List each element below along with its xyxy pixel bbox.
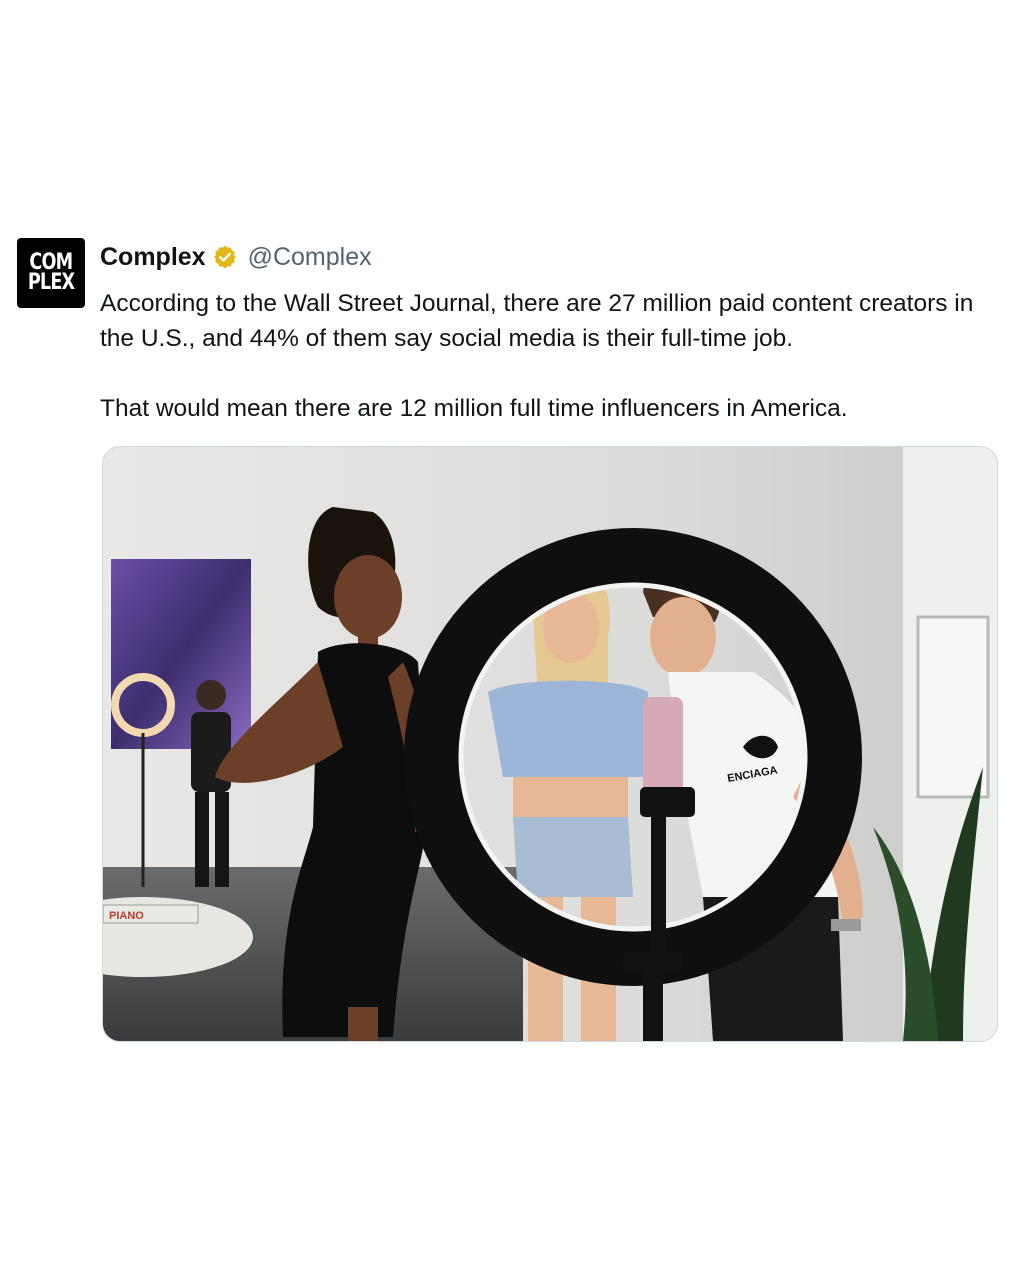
display-name[interactable]: Complex (100, 243, 206, 272)
window (916, 615, 990, 799)
verified-badge-icon (213, 245, 236, 269)
phone-holder (640, 787, 695, 817)
background-person (196, 680, 226, 710)
tweet-text-paragraph-2: That would mean there are 12 million ful… (100, 395, 848, 422)
tweet-header: Complex @Complex (100, 236, 1000, 278)
book-title: PIANO (109, 910, 144, 922)
avatar[interactable]: COM PLEX (17, 238, 85, 308)
tweet-text-paragraph-1: According to the Wall Street Journal, th… (100, 290, 974, 352)
avatar-text-line-2: PLEX (27, 270, 75, 295)
handle[interactable]: @Complex (248, 243, 372, 272)
tweet-photo[interactable]: PIANO ENCIAGA (102, 446, 998, 1042)
photo-illustration: PIANO ENCIAGA (103, 447, 997, 1041)
tweet-content: Complex @Complex According to the Wall S… (100, 236, 1000, 426)
tweet-text: According to the Wall Street Journal, th… (100, 286, 1000, 426)
tripod (643, 967, 663, 1041)
